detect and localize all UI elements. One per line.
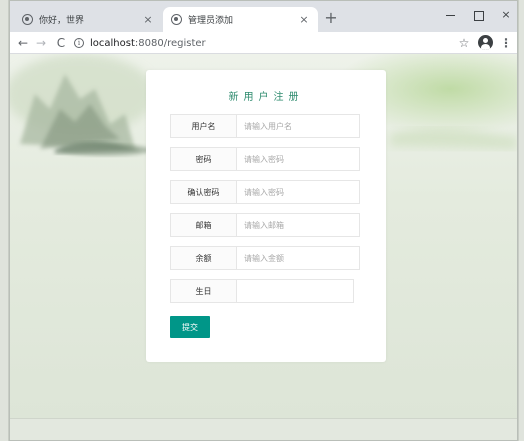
bookmark-star-icon[interactable]: ☆ <box>456 34 472 52</box>
forward-button[interactable]: → <box>32 34 50 52</box>
form-row-confirm-password: 确认密码 <box>170 180 360 204</box>
password-input[interactable] <box>236 147 360 171</box>
browser-window: 你好，世界 × 管理员添加 × + × ← → C i localhost:80… <box>9 0 518 441</box>
birthday-input[interactable] <box>236 279 354 303</box>
info-icon[interactable]: i <box>74 38 84 48</box>
username-label: 用户名 <box>170 114 236 138</box>
menu-icon[interactable]: ⋮ <box>500 34 512 52</box>
form-row-birthday: 生日 <box>170 279 354 303</box>
globe-icon <box>22 14 33 25</box>
confirm-password-input[interactable] <box>236 180 360 204</box>
email-label: 邮箱 <box>170 213 236 237</box>
form-row-username: 用户名 <box>170 114 360 138</box>
screen: 你好，世界 × 管理员添加 × + × ← → C i localhost:80… <box>0 0 524 441</box>
url-host: localhost <box>90 37 135 49</box>
background-window-edge-right <box>518 0 524 441</box>
page-bottom-area <box>10 418 517 440</box>
close-tab-icon[interactable]: × <box>142 13 154 26</box>
password-label: 密码 <box>170 147 236 171</box>
birthday-label: 生日 <box>170 279 236 303</box>
form-row-balance: 余额 <box>170 246 360 270</box>
confirm-password-label: 确认密码 <box>170 180 236 204</box>
url-path: :8080/register <box>134 37 206 49</box>
submit-button[interactable]: 提交 <box>170 316 210 338</box>
close-tab-icon[interactable]: × <box>298 13 310 26</box>
form-row-password: 密码 <box>170 147 360 171</box>
tab-title: 你好，世界 <box>39 16 85 26</box>
browser-toolbar: ← → C i localhost:8080/register ☆ ⋮ <box>10 32 517 54</box>
tab-hello-world[interactable]: 你好，世界 × <box>14 7 162 32</box>
balance-input[interactable] <box>236 246 360 270</box>
tab-title: 管理员添加 <box>188 16 234 26</box>
tab-admin-add[interactable]: 管理员添加 × <box>163 7 318 32</box>
form-row-email: 邮箱 <box>170 213 360 237</box>
globe-icon <box>171 14 182 25</box>
account-icon[interactable] <box>478 35 493 50</box>
close-window-button[interactable]: × <box>495 6 517 24</box>
page-viewport: 新用户注册 用户名 密码 确认密码 邮箱 <box>10 54 517 418</box>
email-input[interactable] <box>236 213 360 237</box>
balance-label: 余额 <box>170 246 236 270</box>
background-window-edge-left <box>0 0 9 441</box>
form-title: 新用户注册 <box>228 92 304 103</box>
new-tab-button[interactable]: + <box>322 9 340 27</box>
back-button[interactable]: ← <box>14 34 32 52</box>
reload-button[interactable]: C <box>52 34 70 52</box>
maximize-button[interactable] <box>468 6 490 24</box>
address-bar[interactable]: i localhost:8080/register <box>74 34 454 52</box>
minimize-button[interactable] <box>440 6 462 24</box>
username-input[interactable] <box>236 114 360 138</box>
register-form-card: 新用户注册 用户名 密码 确认密码 邮箱 <box>146 70 386 362</box>
tab-strip: 你好，世界 × 管理员添加 × + × <box>10 1 517 32</box>
